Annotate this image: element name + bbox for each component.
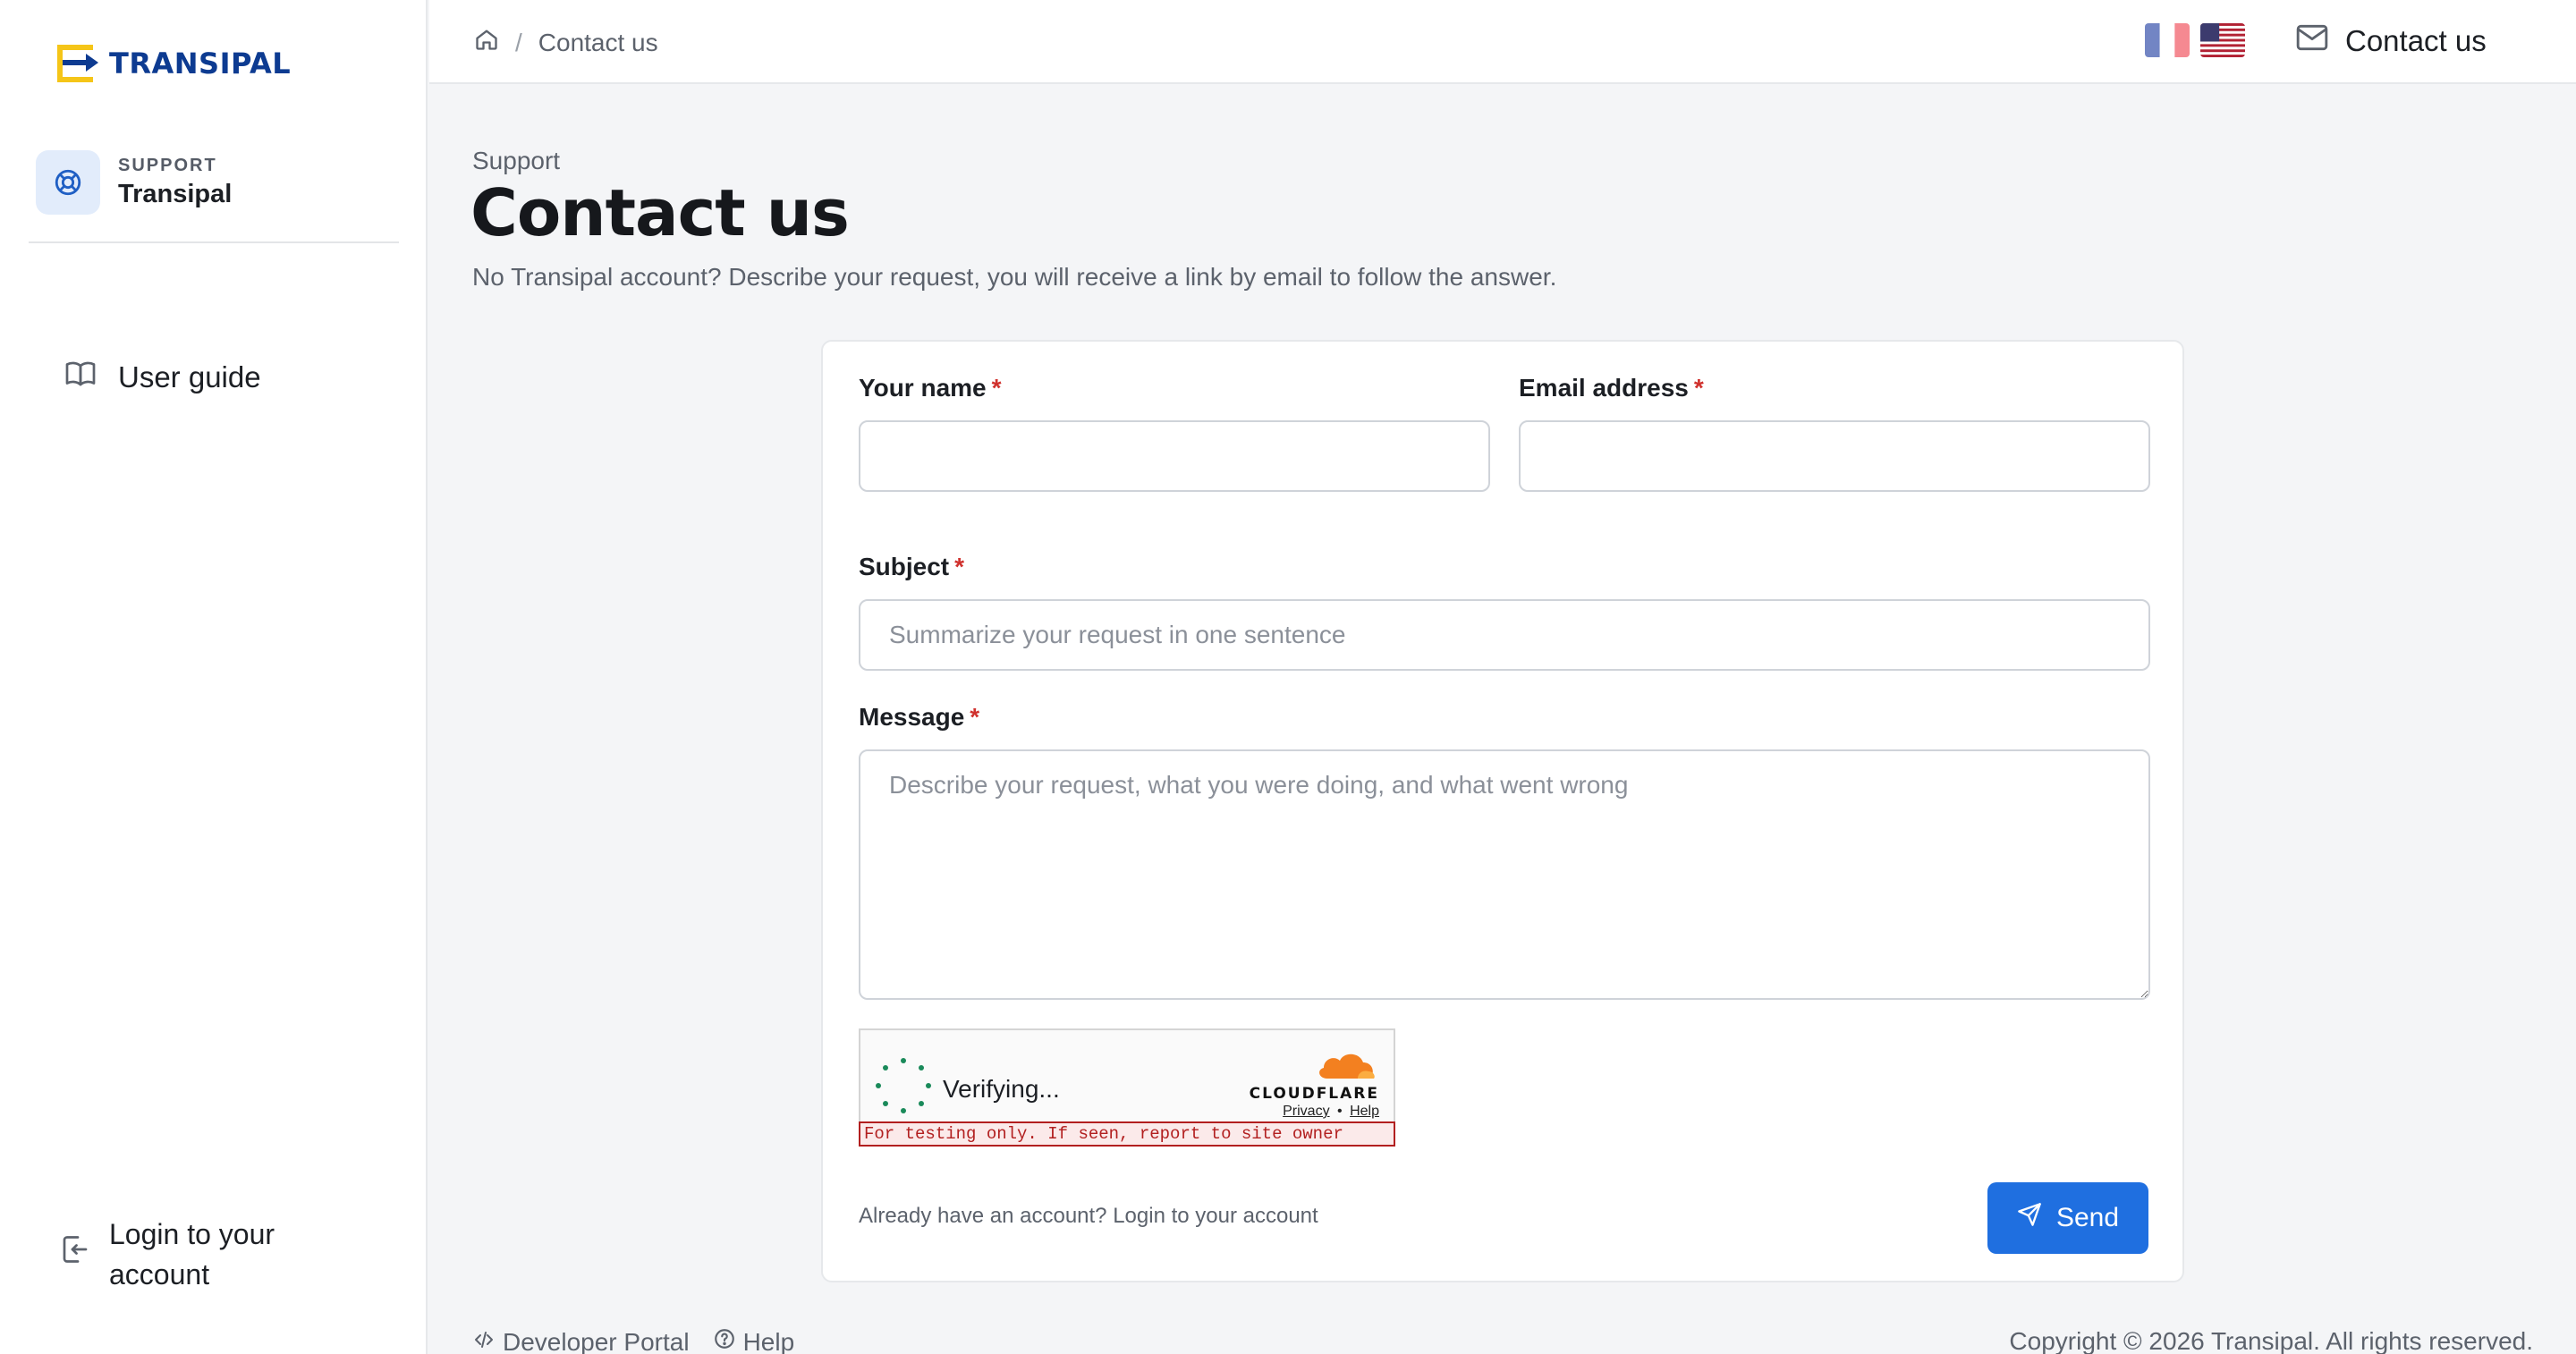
org-name: Transipal	[118, 180, 233, 208]
footer-links: Developer Portal Help	[472, 1327, 794, 1354]
message-field[interactable]	[859, 749, 2150, 1000]
top-bar: / Contact us Contact us	[429, 0, 2576, 84]
required-mark: *	[970, 703, 980, 731]
email-label: Email address *	[1519, 374, 1704, 402]
spinner-icon	[875, 1057, 932, 1121]
sidebar-item-label: User guide	[118, 360, 261, 394]
breadcrumb: / Contact us	[474, 27, 658, 58]
sidebar-divider	[29, 241, 399, 243]
send-icon	[2017, 1202, 2042, 1234]
page-title: Contact us	[470, 175, 850, 250]
org-label: SUPPORT	[118, 156, 217, 175]
sidebar-item-user-guide[interactable]: User guide	[63, 358, 261, 397]
page-description: No Transipal account? Describe your requ…	[472, 263, 1557, 291]
code-icon	[472, 1328, 496, 1354]
email-label-text: Email address	[1519, 374, 1689, 402]
subject-field[interactable]	[859, 599, 2150, 671]
org-switcher[interactable]: SUPPORT Transipal	[36, 150, 232, 215]
brand-name: TRANSIPAL	[109, 47, 292, 80]
flag-us-icon[interactable]	[2200, 23, 2245, 57]
login-prompt-link[interactable]: Already have an account? Login to your a…	[859, 1204, 1318, 1229]
contact-us-link[interactable]: Contact us	[2295, 23, 2487, 59]
login-icon	[59, 1233, 91, 1276]
captcha-privacy-link[interactable]: Privacy	[1283, 1104, 1329, 1119]
required-mark: *	[1693, 374, 1704, 402]
captcha-test-warning: For testing only. If seen, report to sit…	[859, 1121, 1395, 1147]
home-icon[interactable]	[474, 27, 499, 58]
logo-arrow-icon	[55, 43, 100, 84]
lifebuoy-icon	[36, 150, 100, 215]
email-field[interactable]	[1519, 420, 2150, 492]
required-mark: *	[954, 553, 965, 580]
login-label: Login to your account	[109, 1218, 275, 1291]
help-link[interactable]: Help	[713, 1327, 795, 1354]
message-label-text: Message	[859, 703, 965, 731]
captcha-widget[interactable]: Verifying... CLOUDFLARE Privacy • Help F…	[859, 1028, 1395, 1147]
captcha-help-link[interactable]: Help	[1350, 1104, 1379, 1119]
contact-form: Your name* Email address* Subject* Messa…	[821, 340, 2184, 1282]
developer-portal-label: Developer Portal	[503, 1327, 690, 1354]
required-mark: *	[991, 374, 1002, 402]
developer-portal-link[interactable]: Developer Portal	[472, 1328, 690, 1354]
breadcrumb-separator: /	[515, 28, 522, 56]
brand-logo[interactable]: TRANSIPAL	[55, 43, 291, 84]
name-label: Your name *	[859, 374, 1002, 402]
captcha-status-text: Verifying...	[943, 1074, 1060, 1103]
captcha-status: Verifying...	[875, 1057, 1060, 1121]
subject-label: Subject *	[859, 553, 964, 581]
subject-label-text: Subject	[859, 553, 950, 580]
breadcrumb-current: Contact us	[538, 28, 658, 56]
page-eyebrow: Support	[472, 147, 561, 174]
book-icon	[63, 358, 98, 397]
cloud-icon	[1309, 1054, 1379, 1084]
name-field[interactable]	[859, 420, 1490, 492]
help-label: Help	[742, 1327, 795, 1354]
message-label: Message *	[859, 703, 979, 732]
send-label: Send	[2055, 1203, 2120, 1232]
contact-us-label: Contact us	[2345, 24, 2487, 57]
flag-fr-icon[interactable]	[2145, 23, 2190, 57]
mail-icon	[2295, 23, 2329, 59]
help-circle-icon	[713, 1327, 736, 1354]
copyright-text: Copyright © 2026 Transipal. All rights r…	[2009, 1327, 2533, 1354]
login-link[interactable]: Login to your account	[59, 1214, 327, 1295]
language-switcher	[2145, 23, 2245, 57]
captcha-links: Privacy • Help	[1283, 1104, 1379, 1120]
sidebar: TRANSIPAL SUPPORT Transipal User guide L…	[0, 0, 428, 1354]
send-button[interactable]: Send	[1987, 1182, 2148, 1254]
cloudflare-wordmark: CLOUDFLARE	[1249, 1085, 1379, 1103]
name-label-text: Your name	[859, 374, 987, 402]
cloudflare-logo: CLOUDFLARE	[1245, 1050, 1379, 1103]
captcha-link-separator: •	[1337, 1104, 1343, 1119]
